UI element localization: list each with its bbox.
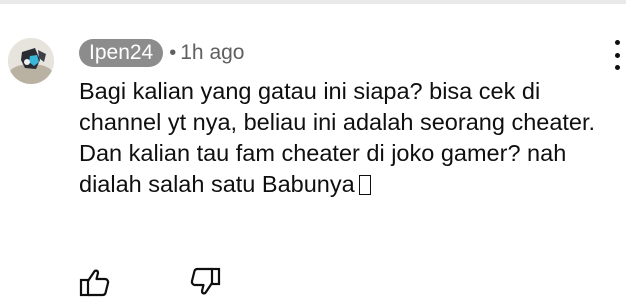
like-button[interactable] bbox=[78, 266, 112, 298]
more-vertical-icon bbox=[614, 40, 620, 45]
meta-separator: • bbox=[169, 41, 177, 64]
comment: Ipen24 • 1h ago Bagi kalian yang gatau i… bbox=[79, 38, 599, 200]
top-divider bbox=[0, 0, 626, 4]
more-options-button[interactable] bbox=[608, 40, 626, 70]
avatar[interactable] bbox=[8, 38, 54, 84]
thumbs-down-icon bbox=[190, 267, 221, 295]
comment-text: Bagi kalian yang gatau ini siapa? bisa c… bbox=[79, 76, 619, 200]
thumbs-up-icon bbox=[79, 269, 110, 297]
dislike-button[interactable] bbox=[188, 266, 222, 298]
avatar-image bbox=[8, 38, 54, 84]
missing-glyph-icon bbox=[358, 175, 371, 195]
more-vertical-icon-dot bbox=[614, 52, 620, 58]
comment-body: Bagi kalian yang gatau ini siapa? bisa c… bbox=[79, 78, 596, 197]
comment-meta: Ipen24 • 1h ago bbox=[79, 38, 599, 68]
more-vertical-icon-dot bbox=[614, 65, 620, 70]
author-name[interactable]: Ipen24 bbox=[79, 39, 164, 67]
comment-timestamp[interactable]: 1h ago bbox=[180, 41, 244, 65]
